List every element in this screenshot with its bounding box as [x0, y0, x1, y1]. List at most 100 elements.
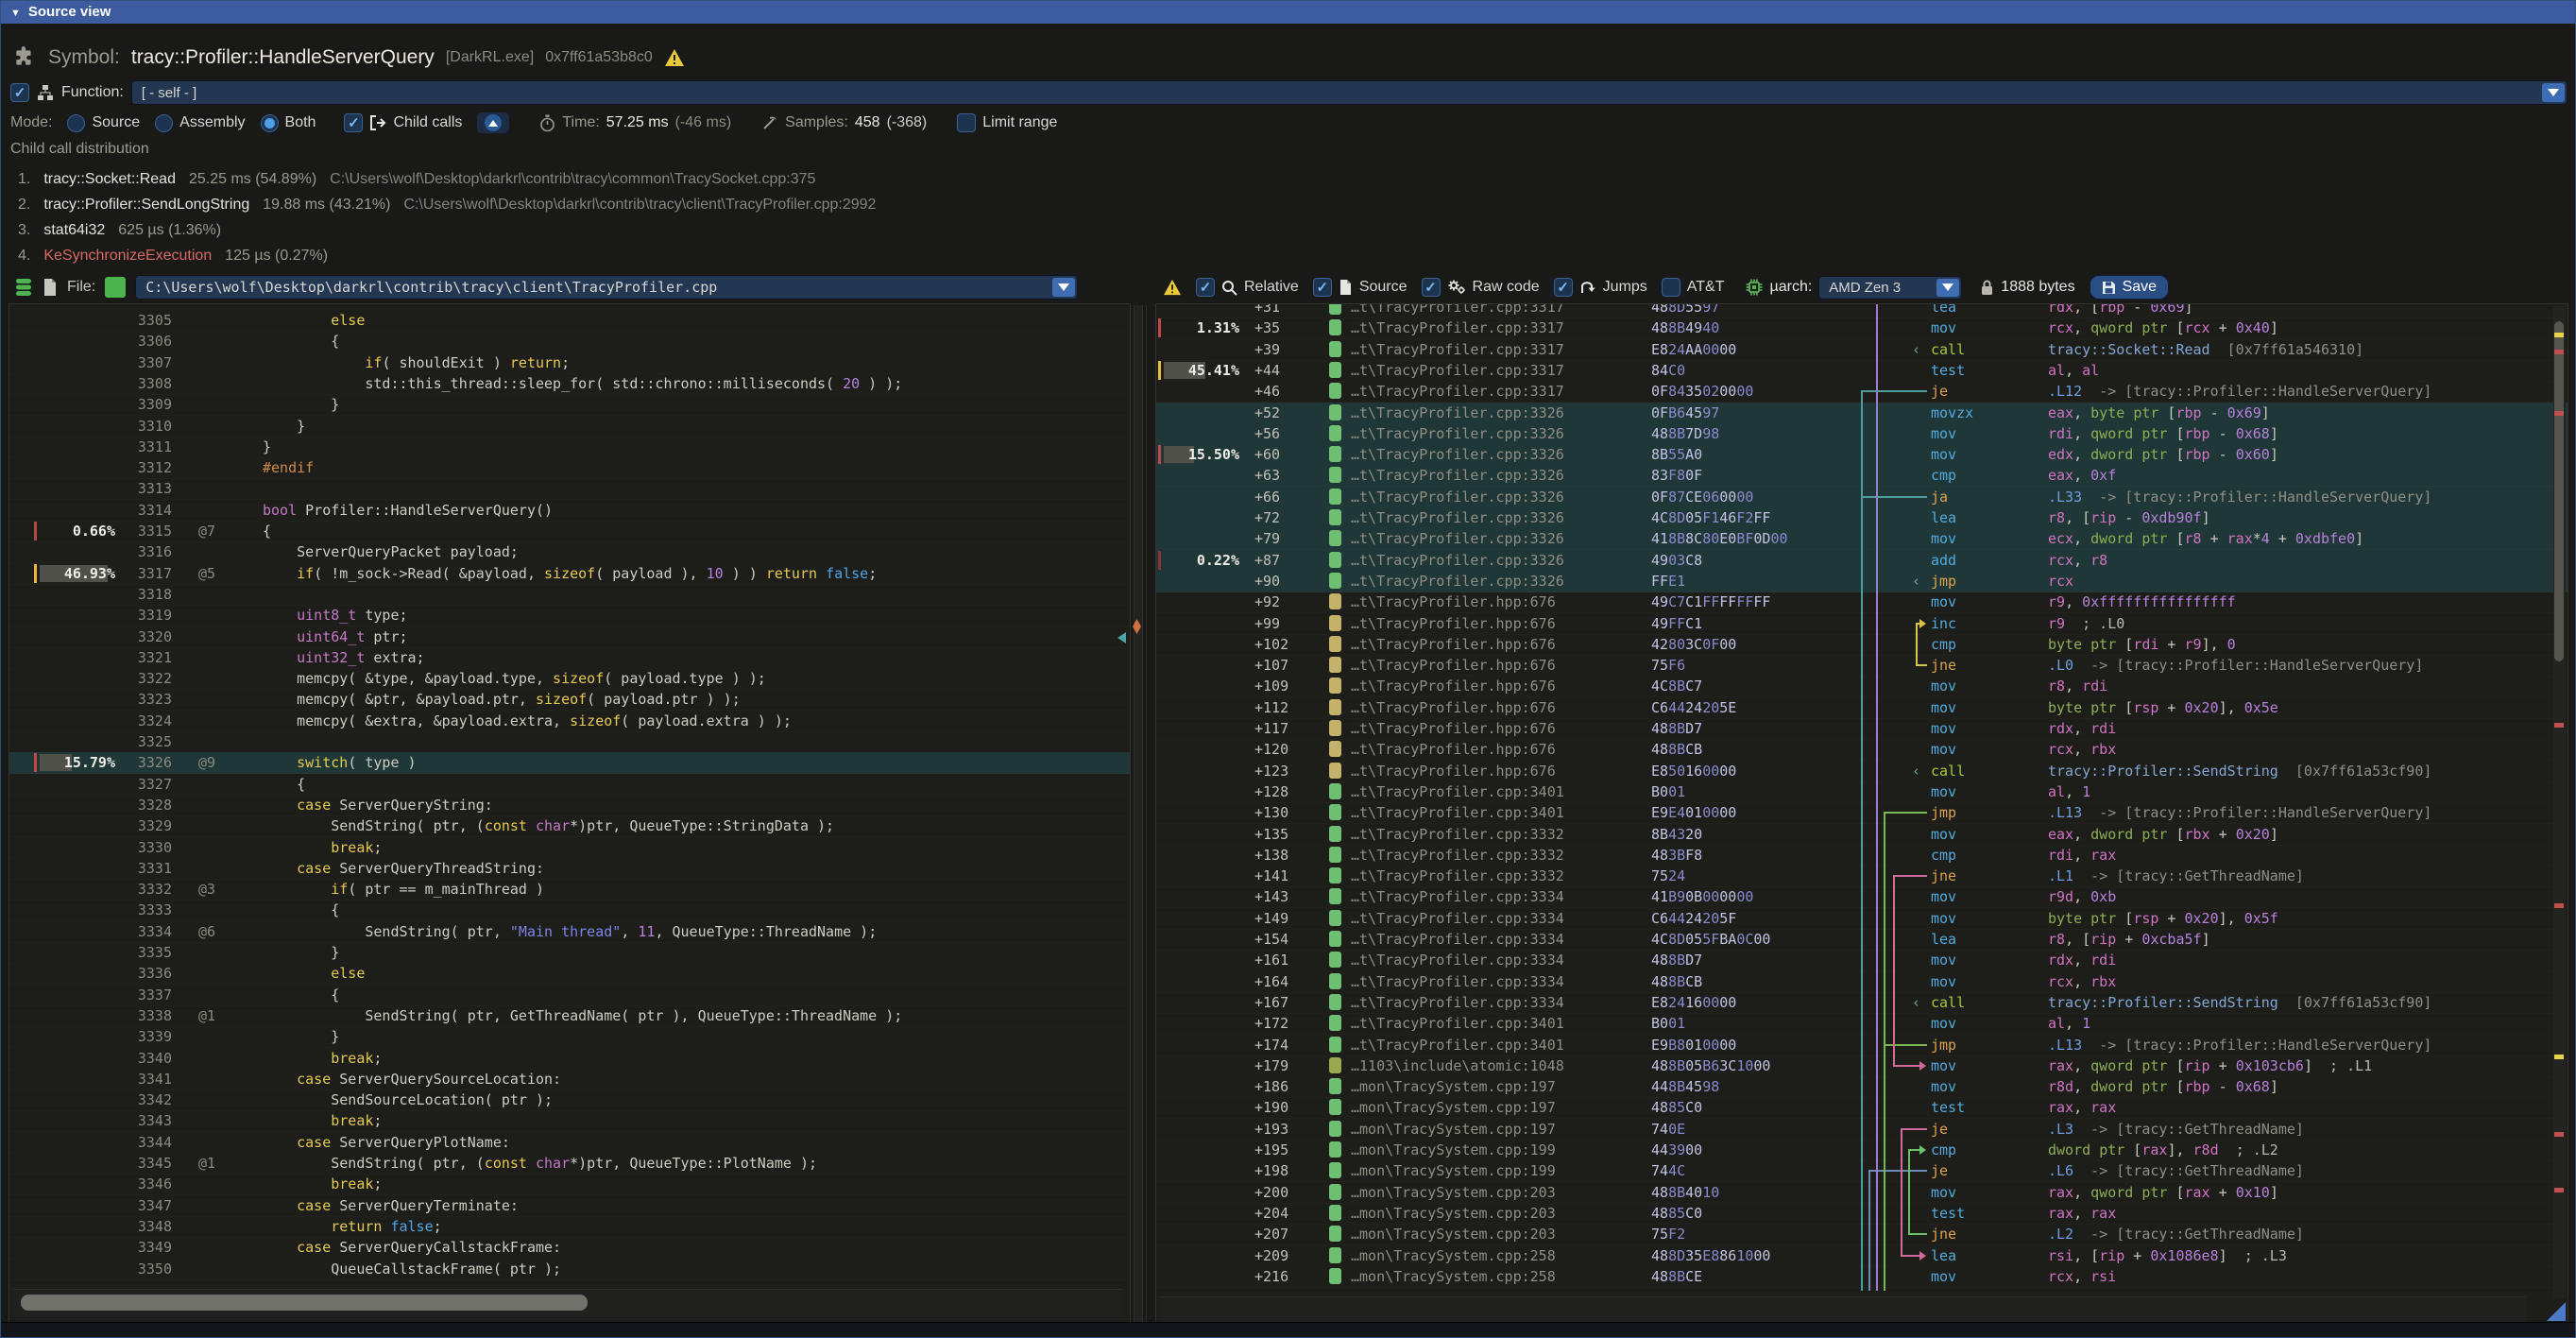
source-line[interactable]: 3307 if( shouldExit ) return; — [9, 352, 1130, 374]
asm-row[interactable]: +204…mon\TracySystem.cpp:2034885C0testra… — [1156, 1203, 2567, 1225]
source-line[interactable]: 3306 { — [9, 331, 1130, 352]
source-line[interactable]: 3312#endif — [9, 457, 1130, 479]
asm-row[interactable]: +195…mon\TracySystem.cpp:199443900cmpdwo… — [1156, 1140, 2567, 1161]
source-line[interactable]: 3323 memcpy( &ptr, &payload.ptr, sizeof(… — [9, 689, 1130, 711]
asm-row[interactable]: +39…t\TracyProfiler.cpp:3317E824AA0000‹c… — [1156, 339, 2567, 361]
file-dropdown-arrow-icon[interactable] — [1052, 278, 1075, 297]
asm-row[interactable]: +161…t\TracyProfiler.cpp:3334488BD7movrd… — [1156, 950, 2567, 971]
asm-row[interactable]: +99…t\TracyProfiler.hpp:67649FFC1incr9 ;… — [1156, 613, 2567, 635]
source-line[interactable]: 3334@6 SendString( ptr, "Main thread", 1… — [9, 921, 1130, 943]
source-line[interactable]: 3329 SendString( ptr, (const char*)ptr, … — [9, 815, 1130, 837]
asm-row[interactable]: +200…mon\TracySystem.cpp:203488B4010movr… — [1156, 1182, 2567, 1204]
asm-row[interactable]: +63…t\TracyProfiler.cpp:332683F80Fcmpeax… — [1156, 465, 2567, 487]
asm-row[interactable]: +186…mon\TracySystem.cpp:197448B4598movr… — [1156, 1076, 2567, 1098]
asm-row[interactable]: +79…t\TracyProfiler.cpp:3326418B8C80E0BF… — [1156, 528, 2567, 550]
source-line[interactable]: 3308 std::this_thread::sleep_for( std::c… — [9, 373, 1130, 395]
asm-row[interactable]: +143…t\TracyProfiler.cpp:333441B90B00000… — [1156, 886, 2567, 908]
asm-row[interactable]: +198…mon\TracySystem.cpp:199744Cje.L6 ->… — [1156, 1160, 2567, 1182]
asm-row[interactable]: +174…t\TracyProfiler.cpp:3401E9B8010000j… — [1156, 1035, 2567, 1056]
att-checkbox[interactable] — [1662, 278, 1680, 297]
child-call-item[interactable]: 2. tracy::Profiler::SendLongString 19.88… — [18, 195, 876, 215]
asm-row[interactable]: +52…t\TracyProfiler.cpp:33260FB64597movz… — [1156, 403, 2567, 424]
asm-row[interactable]: +56…t\TracyProfiler.cpp:3326488B7D98movr… — [1156, 423, 2567, 445]
asm-row[interactable]: +135…t\TracyProfiler.cpp:33328B4320movea… — [1156, 824, 2567, 846]
source-line[interactable]: 3314bool Profiler::HandleServerQuery() — [9, 500, 1130, 522]
source-line[interactable]: 3349 case ServerQueryCallstackFrame: — [9, 1237, 1130, 1259]
raw-code-checkbox[interactable]: ✓ — [1422, 278, 1441, 297]
source-line[interactable]: 3313 — [9, 478, 1130, 500]
source-line[interactable]: 3333 { — [9, 900, 1130, 921]
limit-range-checkbox[interactable] — [957, 113, 976, 132]
asm-row[interactable]: +179…1103\include\atomic:1048488B05B63C1… — [1156, 1055, 2567, 1077]
asm-row[interactable]: 45.41%+44…t\TracyProfiler.cpp:331784C0te… — [1156, 360, 2567, 382]
asm-row[interactable]: +216…mon\TracySystem.cpp:258488BCEmovrcx… — [1156, 1266, 2567, 1288]
asm-row[interactable]: +128…t\TracyProfiler.cpp:3401B001moval, … — [1156, 781, 2567, 803]
asm-row[interactable]: +107…t\TracyProfiler.hpp:67675F6jne.L0 -… — [1156, 655, 2567, 677]
child-call-item[interactable]: 3. stat64i32 625 µs (1.36%) — [18, 220, 234, 241]
assembly-hscrollbar[interactable] — [1160, 1296, 2526, 1322]
asm-row[interactable]: +46…t\TracyProfiler.cpp:33170F8435020000… — [1156, 381, 2567, 403]
source-line[interactable]: 3346 break; — [9, 1174, 1130, 1195]
source-line[interactable]: 3342 SendSourceLocation( ptr ); — [9, 1089, 1130, 1111]
asm-row[interactable]: 0.22%+87…t\TracyProfiler.cpp:33264903C8a… — [1156, 550, 2567, 572]
asm-row[interactable]: +117…t\TracyProfiler.hpp:676488BD7movrdx… — [1156, 718, 2567, 740]
source-line[interactable]: 3324 memcpy( &extra, &payload.extra, siz… — [9, 711, 1130, 732]
source-line[interactable]: 3341 case ServerQuerySourceLocation: — [9, 1069, 1130, 1090]
asm-row[interactable]: +164…t\TracyProfiler.cpp:3334488BCBmovrc… — [1156, 971, 2567, 993]
asm-row[interactable]: +120…t\TracyProfiler.hpp:676488BCBmovrcx… — [1156, 739, 2567, 761]
source-line[interactable]: 3347 case ServerQueryTerminate: — [9, 1195, 1130, 1217]
source-checkbox[interactable]: ✓ — [1313, 278, 1332, 297]
radio-source[interactable] — [67, 114, 85, 132]
asm-row[interactable]: +92…t\TracyProfiler.hpp:67649C7C1FFFFFFF… — [1156, 592, 2567, 613]
collapse-triangle-icon[interactable]: ▼ — [10, 8, 21, 19]
asm-row[interactable]: +90…t\TracyProfiler.cpp:3326FFE1‹jmprcx — [1156, 571, 2567, 592]
source-line[interactable]: 3335 } — [9, 942, 1130, 964]
source-line[interactable]: 3332@3 if( ptr == m_mainThread ) — [9, 879, 1130, 901]
file-select[interactable]: C:\Users\wolf\Desktop\darkrl\contrib\tra… — [135, 275, 1078, 300]
asm-row[interactable]: 1.31%+35…t\TracyProfiler.cpp:3317488B494… — [1156, 317, 2567, 339]
function-dropdown-arrow-icon[interactable] — [2542, 83, 2565, 102]
uarch-select[interactable]: AMD Zen 3 — [1818, 276, 1962, 300]
assembly-vscrollbar[interactable] — [2553, 306, 2566, 1298]
source-line[interactable]: 3350 QueueCallstackFrame( ptr ); — [9, 1259, 1130, 1280]
asm-row[interactable]: +112…t\TracyProfiler.hpp:676C64424205Emo… — [1156, 697, 2567, 719]
source-vscrollbar[interactable] — [1134, 305, 1143, 1322]
source-line[interactable]: 3318 — [9, 584, 1130, 606]
source-line[interactable]: 3338@1 SendString( ptr, GetThreadName( p… — [9, 1005, 1130, 1027]
source-line[interactable]: 3345@1 SendString( ptr, (const char*)ptr… — [9, 1153, 1130, 1175]
asm-row[interactable]: +130…t\TracyProfiler.cpp:3401E9E4010000j… — [1156, 802, 2567, 824]
source-line[interactable]: 3327 { — [9, 774, 1130, 796]
jumps-checkbox[interactable]: ✓ — [1554, 278, 1573, 297]
source-line[interactable]: 3330 break; — [9, 837, 1130, 859]
uarch-dropdown-arrow-icon[interactable] — [1936, 279, 1959, 297]
asm-row[interactable]: +193…mon\TracySystem.cpp:197740Eje.L3 ->… — [1156, 1119, 2567, 1141]
asm-row[interactable]: +209…mon\TracySystem.cpp:258488D35E88610… — [1156, 1245, 2567, 1267]
asm-row[interactable]: +72…t\TracyProfiler.cpp:33264C8D05F146F2… — [1156, 507, 2567, 529]
source-line[interactable]: 3348 return false; — [9, 1216, 1130, 1238]
radio-both[interactable] — [261, 114, 279, 132]
source-line[interactable]: 3305 else — [9, 310, 1130, 332]
child-calls-checkbox[interactable]: ✓ — [344, 113, 363, 132]
source-hscrollbar[interactable] — [13, 1289, 1122, 1316]
source-line[interactable]: 46.93%3317@5 if( !m_sock->Read( &payload… — [9, 563, 1130, 585]
source-line[interactable]: 3343 break; — [9, 1110, 1130, 1132]
asm-row[interactable]: +109…t\TracyProfiler.hpp:6764C8BC7movr8,… — [1156, 676, 2567, 697]
source-line[interactable]: 3310 } — [9, 416, 1130, 437]
jump-up-button[interactable] — [477, 112, 509, 133]
source-line[interactable]: 3328 case ServerQueryString: — [9, 795, 1130, 816]
source-line[interactable]: 3321 uint32_t extra; — [9, 647, 1130, 669]
source-line[interactable]: 3322 memcpy( &type, &payload.type, sizeo… — [9, 668, 1130, 690]
asm-row[interactable]: +172…t\TracyProfiler.cpp:3401B001moval, … — [1156, 1013, 2567, 1035]
asm-row[interactable]: +167…t\TracyProfiler.cpp:3334E824160000‹… — [1156, 992, 2567, 1014]
source-line[interactable]: 3339 } — [9, 1026, 1130, 1048]
asm-row[interactable]: +138…t\TracyProfiler.cpp:3332483BF8cmprd… — [1156, 845, 2567, 866]
asm-row[interactable]: +190…mon\TracySystem.cpp:1974885C0testra… — [1156, 1097, 2567, 1119]
asm-row[interactable]: +31…t\TracyProfiler.cpp:3317488D5597lear… — [1156, 304, 2567, 318]
relative-checkbox[interactable]: ✓ — [1196, 278, 1215, 297]
source-line[interactable]: 0.66%3315@7{ — [9, 521, 1130, 542]
asm-row[interactable]: +66…t\TracyProfiler.cpp:33260F87CE060000… — [1156, 487, 2567, 508]
function-checkbox[interactable]: ✓ — [10, 83, 29, 102]
asm-row[interactable]: +141…t\TracyProfiler.cpp:33327524jne.L1 … — [1156, 866, 2567, 887]
save-button[interactable]: Save — [2090, 275, 2169, 300]
asm-row[interactable]: +149…t\TracyProfiler.cpp:3334C64424205Fm… — [1156, 908, 2567, 930]
